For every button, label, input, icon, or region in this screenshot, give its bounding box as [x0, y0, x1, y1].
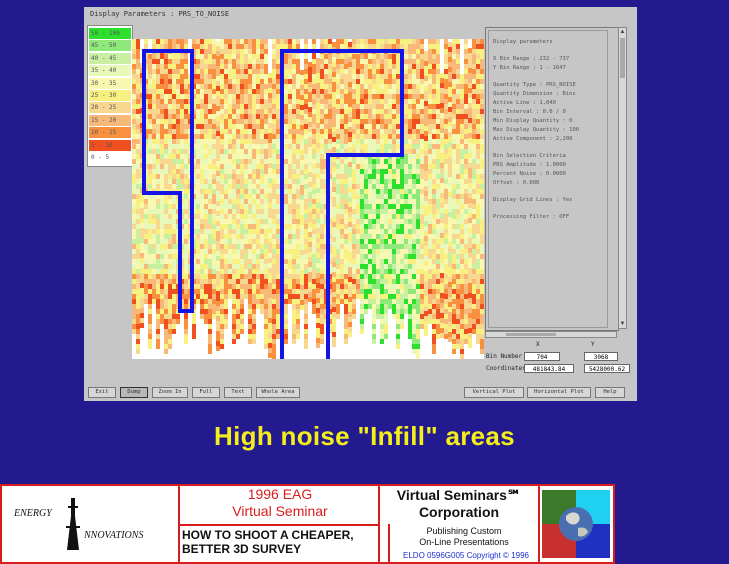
y-column-header: Y [591, 341, 595, 348]
color-legend: 50 - 100 45 - 50 40 - 45 35 - 40 30 - 35 25 -… [87, 25, 133, 167]
text-button[interactable]: Text [224, 387, 252, 398]
noise-map-plot[interactable] [132, 39, 484, 359]
app-window: Display Parameters : PRS_TO_NOISE 50 - 1… [84, 7, 637, 401]
coord-x-field[interactable]: 481843.84 [524, 364, 574, 373]
legend-entry: 25 - 30 [89, 90, 131, 101]
parameter-line: Display parameters [493, 39, 553, 45]
scroll-down-icon[interactable]: ▼ [619, 320, 626, 328]
drilling-rig-icon [66, 498, 80, 550]
eag-line-1: 1996 EAG [247, 486, 313, 502]
help-button[interactable]: Help [595, 387, 625, 398]
parameter-line: Display Grid Lines : Yes [493, 197, 573, 203]
parameter-line: Bin Selection Criteria [493, 153, 566, 159]
parameter-line: Min Display Quantity : 0 [493, 118, 573, 124]
display-parameters-panel: Display parameters X Bin Range : 232 - 73… [485, 27, 619, 331]
tagline-line-1: Publishing Custom [426, 526, 502, 536]
coord-y-field[interactable]: 5428000.62 [584, 364, 630, 373]
parameter-line: Max Display Quantity : 100 [493, 127, 580, 133]
dump-button[interactable]: Dump [120, 387, 148, 398]
company-line-2: Corporation [418, 504, 500, 520]
legend-entry: 20 - 25 [89, 102, 131, 114]
eag-line-2: Virtual Seminar [232, 503, 328, 519]
legend-entry: 5 - 10 [89, 139, 131, 151]
parameter-line: X Bin Range : 232 - 737 [493, 56, 570, 62]
legend-entry: 30 - 35 [89, 77, 131, 89]
copyright-text: ELDO 0596G005 Copyright © 1996 [403, 551, 529, 560]
legend-entry: 0 - 5 [89, 152, 131, 163]
footer-banner: ENERGY NNOVATIONS 1996 EAG Virtual Semin… [0, 484, 615, 564]
bin-number-label: Bin Number [486, 353, 523, 360]
tagline-line-2: On-Line Presentations [419, 537, 509, 547]
parameter-line: Offset : 0.000 [493, 180, 540, 186]
x-column-header: X [536, 341, 540, 348]
globe-emblem-icon [542, 490, 610, 558]
legend-entry: 35 - 40 [89, 65, 131, 77]
parameter-line: Processing Filter : OFF [493, 214, 570, 220]
zoom-in-button[interactable]: Zoom In [152, 387, 188, 398]
parameter-line: Quantity Dimension : Bins [493, 91, 576, 97]
whole-area-button[interactable]: Whole Area [256, 387, 300, 398]
legend-entry: 10 - 15 [89, 127, 131, 139]
parameter-line: Y Bin Range : 1 - 1647 [493, 65, 566, 71]
parameter-line: Percent Noise : 0.0000 [493, 171, 566, 177]
legend-entry: 40 - 45 [89, 52, 131, 64]
course-line-1: HOW TO SHOOT A CHEAPER, [182, 528, 354, 542]
vertical-plot-button[interactable]: Vertical Plot [464, 387, 524, 398]
company-tagline: Publishing Custom On-Line Presentations [390, 526, 538, 548]
course-line-2: BETTER 3D SURVEY [182, 542, 302, 556]
parameter-line: Quantity Type : PRS_NOISE [493, 82, 576, 88]
logo-line-2: NNOVATIONS [84, 530, 144, 541]
bin-x-field[interactable]: 704 [524, 352, 560, 361]
company-line-1: Virtual Seminars℠ [396, 487, 522, 503]
horizontal-plot-button[interactable]: Horizontal Plot [527, 387, 591, 398]
info-vertical-scrollbar[interactable]: ▲ ▼ [618, 27, 627, 329]
legend-entry: 45 - 50 [89, 40, 131, 52]
parameter-line: Active Line : 1,040 [493, 100, 556, 106]
eag-seminar-title: 1996 EAG Virtual Seminar [182, 486, 378, 520]
coordinates-label: Coordinates [486, 365, 526, 372]
legend-entry: 50 - 100 [89, 28, 131, 39]
scroll-up-icon[interactable]: ▲ [619, 28, 626, 36]
scroll-thumb[interactable] [506, 333, 556, 336]
legend-entry: 15 - 20 [89, 114, 131, 126]
divider [180, 524, 378, 526]
parameters-text-area: Display parameters X Bin Range : 232 - 73… [488, 30, 608, 328]
company-name: Virtual Seminars℠ Corporation [380, 487, 538, 521]
bin-y-field[interactable]: 3068 [584, 352, 618, 361]
energy-innovations-logo: ENERGY NNOVATIONS [8, 492, 178, 556]
logo-line-1: ENERGY [14, 508, 52, 519]
noise-map-canvas[interactable] [132, 39, 484, 359]
slide-caption: High noise "Infill" areas [214, 421, 515, 451]
exit-button[interactable]: Exit [88, 387, 116, 398]
window-title: Display Parameters : PRS_TO_NOISE [90, 10, 230, 18]
parameter-line: PRS Amplitude : 1.0000 [493, 162, 566, 168]
course-title: HOW TO SHOOT A CHEAPER, BETTER 3D SURVEY [182, 528, 388, 556]
full-button[interactable]: Full [192, 387, 220, 398]
parameter-line: Active Component : 2,200 [493, 136, 573, 142]
parameter-line: Bin Interval : 0.0 / 0 [493, 109, 566, 115]
scroll-thumb[interactable] [620, 38, 625, 78]
info-horizontal-scrollbar[interactable] [485, 331, 617, 338]
